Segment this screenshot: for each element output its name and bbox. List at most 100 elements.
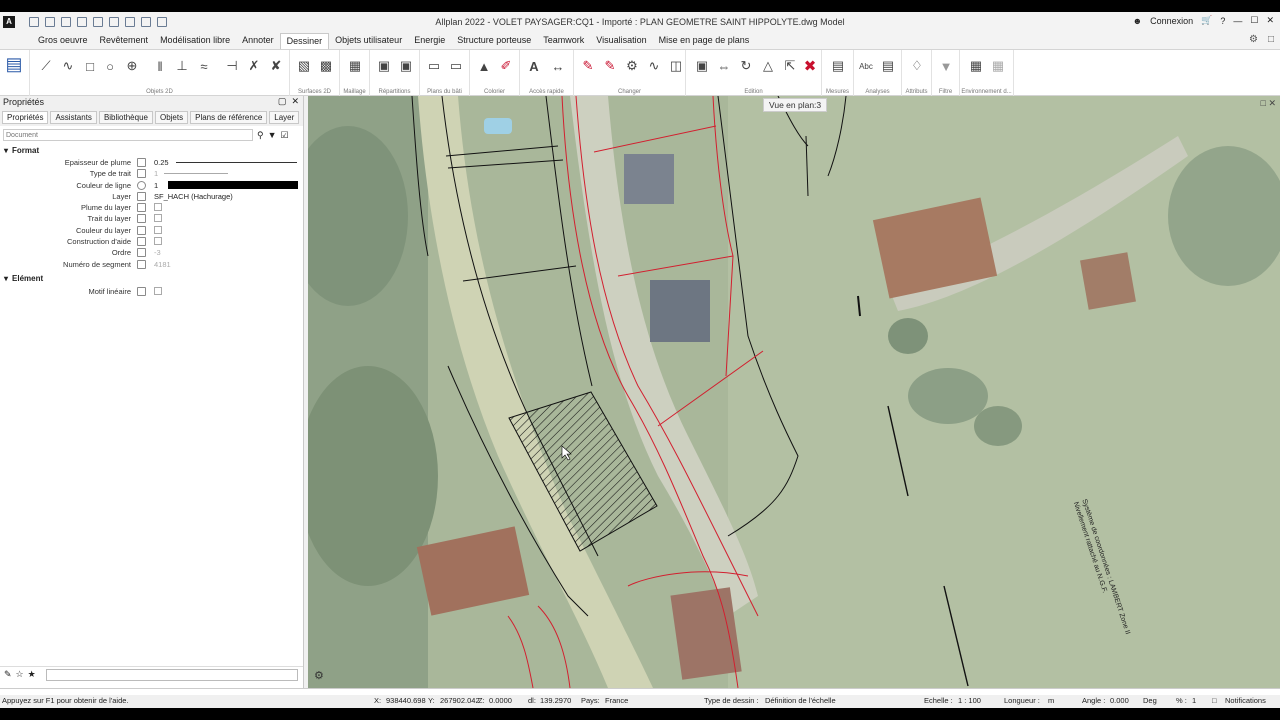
- longueur-value[interactable]: m: [1048, 696, 1054, 705]
- view-label[interactable]: Vue en plan:3: [763, 98, 828, 112]
- row-value[interactable]: 1: [154, 181, 158, 190]
- spline-icon[interactable]: ∿: [60, 58, 76, 74]
- building-plan-2-icon[interactable]: ▭: [448, 58, 464, 74]
- new-file-icon[interactable]: [29, 17, 39, 27]
- redo-icon[interactable]: [109, 17, 119, 27]
- app-logo-icon[interactable]: A: [3, 16, 15, 28]
- window-icon[interactable]: [125, 17, 135, 27]
- move-icon[interactable]: ⇔: [716, 58, 732, 74]
- section-format[interactable]: ▾ Format: [0, 144, 303, 157]
- row-construction[interactable]: Construction d'aide: [0, 236, 303, 247]
- undo-icon[interactable]: [93, 17, 103, 27]
- help-icon[interactable]: ?: [1220, 16, 1225, 26]
- spelling-icon[interactable]: Abc: [858, 58, 874, 74]
- save-icon[interactable]: [61, 17, 71, 27]
- collapse-icon[interactable]: ▾: [4, 146, 8, 155]
- tab-teamwork[interactable]: Teamwork: [537, 33, 590, 49]
- pin-icon[interactable]: ▢: [278, 96, 287, 106]
- row-value[interactable]: -3: [154, 248, 161, 257]
- extend-icon[interactable]: ⊣: [224, 58, 240, 74]
- check-icon[interactable]: ☑: [281, 130, 289, 141]
- tab-layer[interactable]: Layer: [269, 111, 300, 124]
- row-type-trait[interactable]: Type de trait 1: [0, 168, 303, 179]
- row-value[interactable]: 0.25: [154, 158, 169, 167]
- tab-visualisation[interactable]: Visualisation: [590, 33, 652, 49]
- notifications-icon[interactable]: □: [1212, 696, 1217, 705]
- copy-object-icon[interactable]: ▣: [694, 58, 710, 74]
- favorites-select[interactable]: [45, 668, 298, 681]
- couleur-layer-checkbox[interactable]: [154, 225, 162, 234]
- brush-icon[interactable]: ✎: [4, 669, 12, 680]
- minimize-icon[interactable]: —: [1233, 16, 1242, 26]
- properties-icon[interactable]: ⚙: [624, 58, 640, 74]
- close-icon[interactable]: ✕: [1266, 15, 1274, 26]
- row-couleur-layer[interactable]: Couleur du layer: [0, 225, 303, 236]
- trait-checkbox[interactable]: [154, 214, 162, 223]
- text-icon[interactable]: A: [526, 58, 542, 74]
- motif-checkbox[interactable]: [154, 286, 162, 295]
- tab-structure-porteuse[interactable]: Structure porteuse: [451, 33, 537, 49]
- tab-objets[interactable]: Objets: [154, 111, 189, 124]
- distribute-icon[interactable]: ▣: [376, 58, 392, 74]
- row-segment[interactable]: Numéro de segment 4181: [0, 259, 303, 270]
- copy-icon[interactable]: [77, 17, 87, 27]
- circle-icon[interactable]: ○: [102, 58, 118, 74]
- tab-proprietes[interactable]: Propriétés: [2, 111, 49, 124]
- wave-icon[interactable]: ∿: [646, 58, 662, 74]
- viewport-maximize-icon[interactable]: □: [1261, 98, 1266, 108]
- row-ordre[interactable]: Ordre -3: [0, 247, 303, 258]
- delete-icon[interactable]: ✖: [802, 58, 818, 75]
- tab-gros-oeuvre[interactable]: Gros oeuvre: [32, 33, 94, 49]
- connexion-link[interactable]: Connexion: [1150, 16, 1193, 26]
- row-plume-layer[interactable]: Plume du layer: [0, 202, 303, 213]
- dimension-icon[interactable]: ↔: [550, 58, 566, 74]
- tab-objets-utilisateur[interactable]: Objets utilisateur: [329, 33, 408, 49]
- row-layer[interactable]: Layer SF_HACH (Hachurage): [0, 191, 303, 202]
- plan-drawing[interactable]: [308, 96, 1280, 688]
- main-menu-icon[interactable]: ▤: [6, 54, 23, 74]
- filter-icon[interactable]: ▼: [268, 130, 277, 140]
- cart-icon[interactable]: 🛒: [1201, 15, 1212, 26]
- tab-annoter[interactable]: Annoter: [236, 33, 280, 49]
- measure-icon[interactable]: ▤: [830, 58, 846, 74]
- pipette-icon[interactable]: ✐: [498, 58, 514, 74]
- user-icon[interactable]: ☻: [1133, 16, 1142, 26]
- curve-icon[interactable]: ≈: [196, 58, 212, 74]
- options-gear-icon[interactable]: ⚙: [1249, 34, 1258, 45]
- row-trait-layer[interactable]: Trait du layer: [0, 213, 303, 224]
- environment-icon[interactable]: ▦: [968, 58, 984, 74]
- search-input[interactable]: [3, 129, 253, 141]
- angle-value[interactable]: 0.000: [1110, 696, 1129, 705]
- environment-2-icon[interactable]: ▦: [990, 58, 1006, 74]
- settings-icon[interactable]: [141, 17, 151, 27]
- modify-icon[interactable]: ✎: [602, 58, 618, 74]
- section-element[interactable]: ▾ Elément: [0, 272, 303, 285]
- row-value[interactable]: SF_HACH (Hachurage): [154, 192, 233, 201]
- viewport-close-icon[interactable]: ✕: [1268, 98, 1276, 108]
- fullscreen-icon[interactable]: □: [1268, 34, 1274, 45]
- line-icon[interactable]: ⟋: [38, 58, 54, 74]
- parallel-icon[interactable]: ‖: [152, 58, 168, 74]
- search-icon[interactable]: ⚲: [257, 130, 264, 141]
- tab-energie[interactable]: Energie: [408, 33, 451, 49]
- row-epaisseur[interactable]: Epaisseur de plume 0.25: [0, 157, 303, 168]
- row-motif[interactable]: Motif linéaire: [0, 286, 303, 297]
- maximize-icon[interactable]: ☐: [1250, 15, 1258, 26]
- join-icon[interactable]: ◫: [668, 58, 684, 74]
- attribute-icon[interactable]: ♢: [909, 58, 925, 74]
- notifications-button[interactable]: Notifications: [1225, 696, 1266, 705]
- circle-center-icon[interactable]: ⊕: [124, 58, 140, 74]
- navigation-icon[interactable]: ⚙: [314, 669, 324, 682]
- open-file-icon[interactable]: [45, 17, 55, 27]
- hatch-icon[interactable]: ▧: [296, 58, 312, 74]
- row-couleur-ligne[interactable]: Couleur de ligne 1: [0, 180, 303, 191]
- pattern-icon[interactable]: ▩: [318, 58, 334, 74]
- construction-checkbox[interactable]: [154, 237, 162, 246]
- tab-mise-en-page[interactable]: Mise en page de plans: [653, 33, 756, 49]
- row-value[interactable]: 4181: [154, 260, 171, 269]
- collapse-icon[interactable]: ▾: [4, 274, 8, 283]
- mirror-icon[interactable]: △: [760, 58, 776, 74]
- split-icon[interactable]: ✘: [268, 58, 284, 74]
- plan-viewport[interactable]: Vue en plan:3 □ ✕ Système de coordonnées…: [308, 96, 1280, 688]
- eraser-icon[interactable]: ✎: [580, 58, 596, 74]
